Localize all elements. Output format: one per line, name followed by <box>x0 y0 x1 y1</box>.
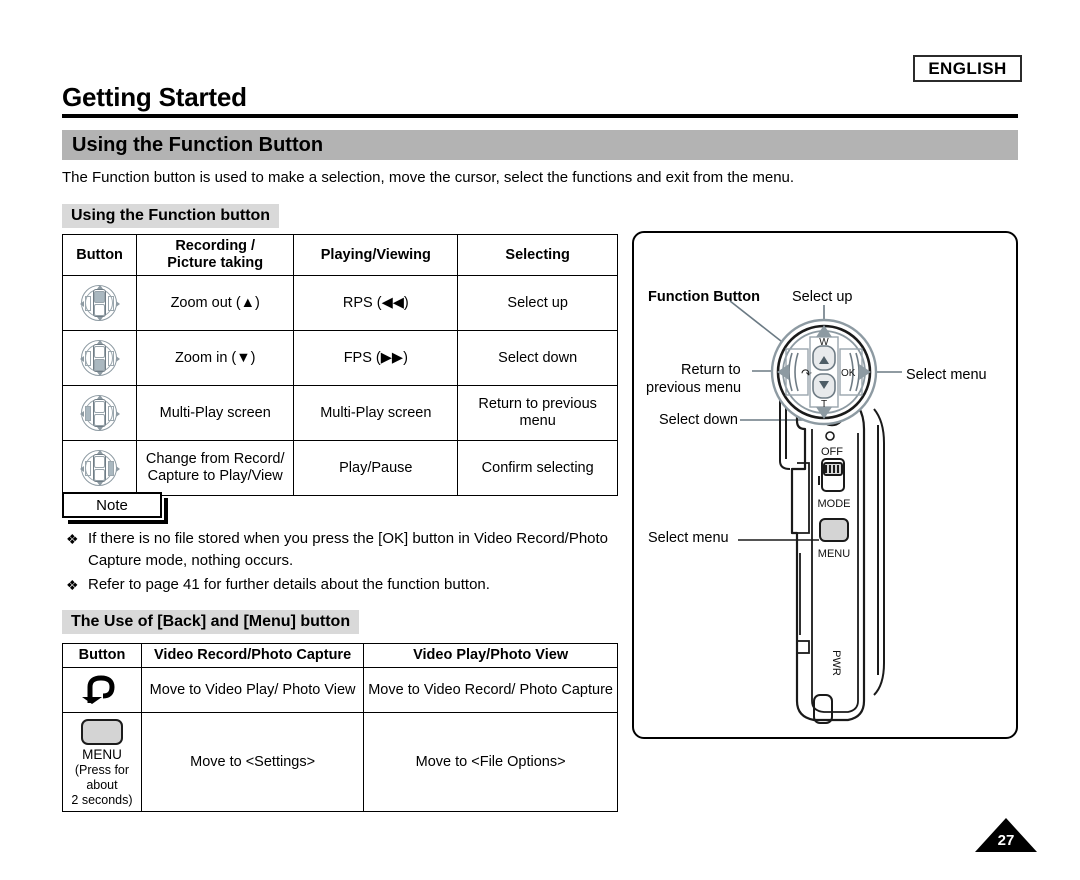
page-title: Getting Started <box>62 82 247 112</box>
cell-selecting: Select down <box>457 330 618 386</box>
note-item-text: Refer to page 41 for further details abo… <box>88 576 490 593</box>
col-header-selecting: Selecting <box>457 234 618 276</box>
power-off-label: OFF <box>821 446 843 458</box>
button-cell <box>62 667 142 713</box>
menu-button-icon <box>80 719 123 745</box>
note-label: Note <box>96 496 128 514</box>
function-button-table: Button Recording / Picture taking Playin… <box>61 234 618 496</box>
subheading-back-menu-label: The Use of [Back] and [Menu] button <box>71 613 351 630</box>
button-cell <box>61 275 138 331</box>
note-bullet-icon: ❖ <box>66 577 79 593</box>
subheading-function-button: Using the Function button <box>62 204 280 228</box>
back-menu-table: Button Video Record/Photo Capture Video … <box>62 643 618 812</box>
cell-video-record: Move to <Settings> <box>140 712 365 812</box>
cell-recording: Multi-Play screen <box>136 385 295 441</box>
cell-playing: RPS (◀◀) <box>293 275 459 331</box>
note-list: ❖ If there is no file stored when you pr… <box>62 528 622 598</box>
dpad-down-icon <box>79 339 120 377</box>
col-header-playing: Playing/Viewing <box>293 234 459 276</box>
language-badge: ENGLISH <box>913 55 1022 82</box>
col-header-video-play: Video Play/Photo View <box>363 643 618 668</box>
table-header-row: Button Recording / Picture taking Playin… <box>61 234 618 276</box>
table-row: Multi-Play screen Multi-Play screen Retu… <box>61 385 618 441</box>
col-header-button: Button <box>62 643 142 668</box>
cell-recording: Zoom in (▼) <box>136 330 295 386</box>
dpad-right-icon <box>79 449 120 487</box>
cell-video-record-text: Move to Video Play/ Photo View <box>149 681 356 698</box>
cell-selecting: Return to previous menu <box>457 385 618 441</box>
table-header-row: Button Video Record/Photo Capture Video … <box>62 643 618 668</box>
subheading-function-button-label: Using the Function button <box>71 207 271 224</box>
cell-playing: Play/Pause <box>293 440 459 496</box>
back-arrow-icon <box>80 673 124 709</box>
pwr-label: PWR <box>830 650 842 676</box>
note-bullet-icon: ❖ <box>66 531 79 547</box>
language-badge-label: ENGLISH <box>928 58 1007 78</box>
section-heading-bar: Using the Function Button <box>62 130 1018 160</box>
cell-video-play: Move to <File Options> <box>363 712 618 812</box>
button-cell <box>61 385 138 441</box>
table-row: Move to Video Play/ Photo View Move to V… <box>62 667 618 713</box>
cell-selecting: Select up <box>457 275 618 331</box>
table-row: MENU (Press for about 2 seconds) Move to… <box>62 712 618 812</box>
dial-ok-glyph: OK <box>841 368 856 379</box>
cell-playing: FPS (▶▶) <box>293 330 459 386</box>
cell-selecting: Confirm selecting <box>457 440 618 496</box>
col-header-recording-line2: Picture taking <box>167 255 264 271</box>
menu-body-label: MENU <box>818 548 850 560</box>
note-item-text: If there is no file stored when you pres… <box>88 530 609 569</box>
mode-label: MODE <box>818 498 851 510</box>
note-item: ❖ If there is no file stored when you pr… <box>62 528 622 572</box>
table-row: Zoom out (▲) RPS (◀◀) Select up <box>61 275 618 331</box>
note-item: ❖ Refer to page 41 for further details a… <box>62 574 622 596</box>
menu-button-sub2: 2 seconds) <box>71 793 133 807</box>
section-heading-label: Using the Function Button <box>72 133 324 156</box>
zoom-wide-label: W <box>819 337 829 348</box>
note-label-box: Note <box>62 492 168 524</box>
col-header-button: Button <box>61 234 138 276</box>
title-divider <box>62 114 1018 118</box>
col-header-recording-line1: Recording / <box>175 238 256 254</box>
col-header-recording: Recording / Picture taking <box>136 234 295 276</box>
button-cell: MENU (Press for about 2 seconds) <box>62 712 142 812</box>
cell-video-record: Move to Video Play/ Photo View <box>140 667 365 713</box>
table-row: Zoom in (▼) FPS (▶▶) Select down <box>61 330 618 386</box>
page-number: 27 <box>997 832 1015 849</box>
dpad-left-icon <box>79 394 120 432</box>
menu-button-label: MENU <box>82 747 122 762</box>
button-cell <box>61 330 138 386</box>
cell-video-play: Move to Video Record/ Photo Capture <box>363 667 618 713</box>
subheading-back-menu: The Use of [Back] and [Menu] button <box>62 610 360 634</box>
menu-button-sub1: (Press for about <box>74 763 130 792</box>
intro-paragraph: The Function button is used to make a se… <box>62 169 795 186</box>
button-cell <box>61 440 138 496</box>
camera-illustration-panel: Function Button Select up Select menu Re… <box>632 231 1018 739</box>
cell-recording: Change from Record/ Capture to Play/View <box>136 440 295 496</box>
cell-recording: Zoom out (▲) <box>136 275 295 331</box>
cell-video-play-text: Move to Video Record/ Photo Capture <box>368 681 613 698</box>
cell-playing: Multi-Play screen <box>293 385 459 441</box>
dpad-up-icon <box>79 284 120 322</box>
col-header-video-record: Video Record/Photo Capture <box>140 643 365 668</box>
camera-diagram-svg: OFF MODE MENU PWR ↷ OK W T <box>729 300 902 724</box>
table-row: Change from Record/ Capture to Play/View… <box>61 440 618 496</box>
